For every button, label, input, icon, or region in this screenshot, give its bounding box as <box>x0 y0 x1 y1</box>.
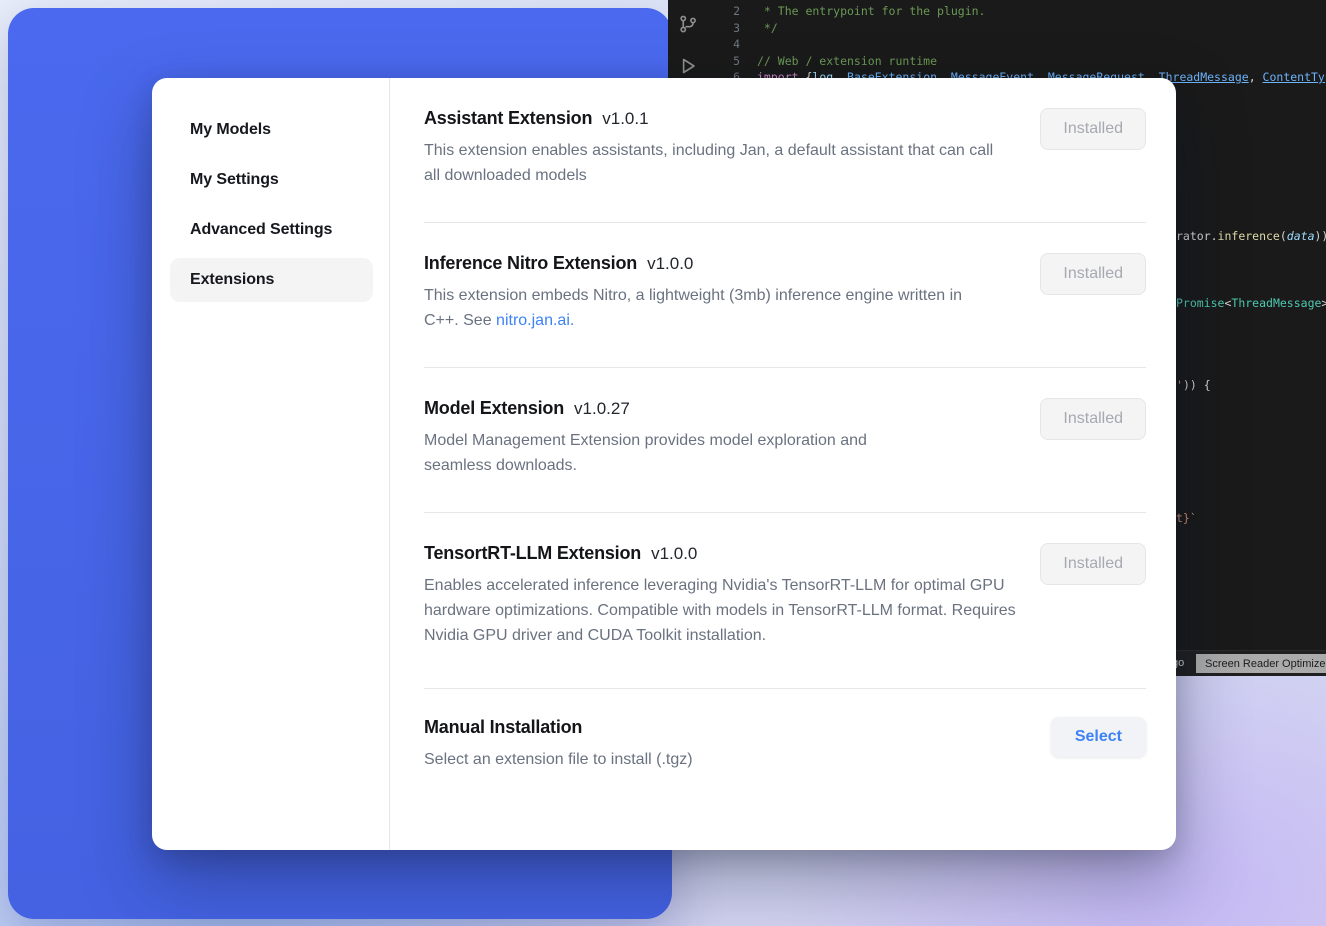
code-lines: 2 * The entrypoint for the plugin. 3 */ … <box>668 3 1326 86</box>
extension-description: Model Management Extension provides mode… <box>424 428 929 478</box>
nitro-jan-ai-link[interactable]: nitro.jan.ai. <box>496 312 574 329</box>
extension-row-assistant: Assistant Extension v1.0.1 This extensio… <box>424 78 1146 223</box>
extension-name: Model Extension <box>424 398 564 419</box>
line-number: 2 <box>668 3 740 20</box>
installed-button[interactable]: Installed <box>1040 108 1146 150</box>
status-item-screen-reader[interactable]: Screen Reader Optimized <box>1196 654 1326 673</box>
extension-name: Assistant Extension <box>424 108 592 129</box>
extension-version: v1.0.0 <box>647 254 693 274</box>
line-number: 5 <box>668 53 740 70</box>
extension-version: v1.0.0 <box>651 544 697 564</box>
manual-installation-title: Manual Installation <box>424 717 582 738</box>
code-line: 4 <box>668 36 1326 53</box>
extension-description: This extension enables assistants, inclu… <box>424 138 999 188</box>
extension-description: This extension embeds Nitro, a lightweig… <box>424 283 999 333</box>
extension-name: TensortRT-LLM Extension <box>424 543 641 564</box>
code-line: 5 // Web / extension runtime <box>668 53 1326 70</box>
installed-button[interactable]: Installed <box>1040 543 1146 585</box>
extension-row-tensorrt: TensortRT-LLM Extension v1.0.0 Enables a… <box>424 513 1146 689</box>
sidebar-item-extensions[interactable]: Extensions <box>170 258 373 302</box>
extensions-panel: Assistant Extension v1.0.1 This extensio… <box>390 78 1176 850</box>
manual-installation-row: Manual Installation Select an extension … <box>424 689 1146 796</box>
code-fragment: ')) { <box>1176 378 1211 392</box>
extension-name: Inference Nitro Extension <box>424 253 637 274</box>
settings-modal: My Models My Settings Advanced Settings … <box>152 78 1176 850</box>
code-fragment: Promise<ThreadMessage> <box>1176 296 1326 310</box>
settings-sidebar: My Models My Settings Advanced Settings … <box>152 78 390 850</box>
select-file-button[interactable]: Select <box>1051 717 1146 757</box>
code-fragment: t}` <box>1176 511 1197 525</box>
installed-button[interactable]: Installed <box>1040 253 1146 295</box>
code-line: 2 * The entrypoint for the plugin. <box>668 3 1326 20</box>
extension-version: v1.0.1 <box>602 109 648 129</box>
code-fragment: rator.inference(data)); <box>1176 229 1326 243</box>
code-line: 3 */ <box>668 20 1326 37</box>
extension-description: Enables accelerated inference leveraging… <box>424 573 1016 648</box>
line-number: 3 <box>668 20 740 37</box>
sidebar-item-my-settings[interactable]: My Settings <box>170 158 373 202</box>
manual-installation-description: Select an extension file to install (.tg… <box>424 747 693 772</box>
sidebar-item-advanced-settings[interactable]: Advanced Settings <box>170 208 373 252</box>
installed-button[interactable]: Installed <box>1040 398 1146 440</box>
extension-version: v1.0.27 <box>574 399 630 419</box>
extension-row-model: Model Extension v1.0.27 Model Management… <box>424 368 1146 513</box>
sidebar-item-my-models[interactable]: My Models <box>170 108 373 152</box>
extension-row-nitro: Inference Nitro Extension v1.0.0 This ex… <box>424 223 1146 368</box>
line-number: 4 <box>668 36 740 53</box>
